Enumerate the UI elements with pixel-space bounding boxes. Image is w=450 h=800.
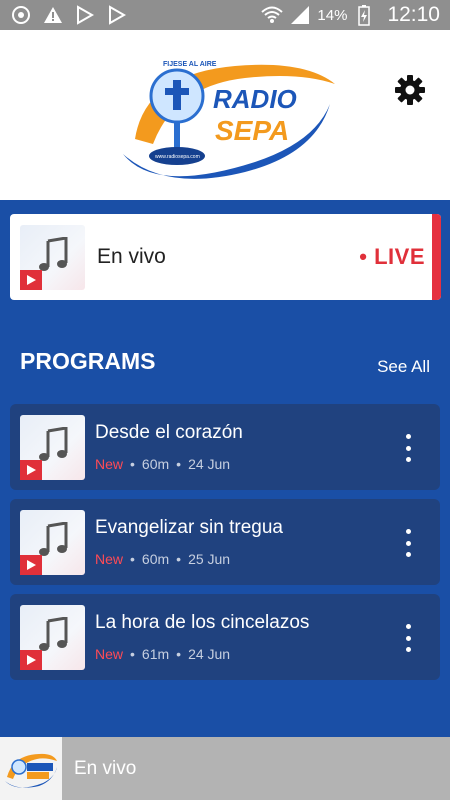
svg-text:RADIO: RADIO: [213, 84, 297, 114]
app-header: www.radiosepa.com FIJESE AL AIRE RADIO S…: [0, 30, 450, 200]
more-options-icon[interactable]: [398, 624, 418, 652]
music-note-icon: [38, 425, 68, 468]
play-icon: [20, 459, 42, 480]
program-title: Evangelizar sin tregua: [95, 517, 283, 538]
logo-url: www.radiosepa.com: [155, 154, 200, 160]
program-thumbnail: [20, 414, 85, 480]
programs-heading: PROGRAMS: [20, 348, 156, 374]
new-tag: New: [95, 551, 124, 567]
play-store-icon-2: [106, 4, 128, 26]
logo-arc-text: FIJESE AL AIRE: [163, 61, 217, 68]
music-note-icon: [38, 520, 68, 563]
program-card[interactable]: La hora de los cincelazos New • 61m • 24…: [10, 594, 440, 680]
live-badge: • LIVE: [359, 244, 425, 269]
status-bar: 14% 12:10: [0, 0, 450, 30]
music-note-icon: [38, 235, 68, 278]
live-title: En vivo: [97, 245, 166, 268]
program-thumbnail: [20, 509, 85, 575]
program-card[interactable]: Evangelizar sin tregua New • 60m • 25 Ju…: [10, 499, 440, 585]
settings-gear-icon[interactable]: [390, 70, 430, 110]
program-duration: 60m: [141, 456, 170, 472]
play-store-icon: [74, 4, 96, 26]
battery-percent: 14%: [317, 6, 348, 24]
warning-icon: [42, 4, 64, 26]
program-thumbnail: [20, 604, 85, 670]
program-title: Desde el corazón: [95, 422, 243, 443]
play-icon: [20, 269, 42, 290]
program-date: 24 Jun: [188, 646, 231, 662]
music-note-icon: [38, 615, 68, 658]
wifi-icon: [261, 4, 284, 26]
more-options-icon[interactable]: [398, 529, 418, 557]
program-duration: 61m: [141, 646, 170, 662]
battery-icon: [353, 4, 375, 26]
more-options-icon[interactable]: [398, 434, 418, 462]
svg-text:SEPA: SEPA: [215, 115, 289, 146]
play-icon: [20, 649, 42, 670]
program-date: 24 Jun: [188, 456, 231, 472]
program-card[interactable]: Desde el corazón New • 60m • 24 Jun: [10, 404, 440, 490]
player-logo-thumbnail: [0, 737, 62, 800]
sync-icon: [10, 4, 32, 26]
see-all-link[interactable]: See All: [377, 357, 430, 377]
program-duration: 60m: [141, 551, 170, 567]
program-date: 25 Jun: [188, 551, 231, 567]
clock: 12:10: [387, 3, 440, 26]
play-icon: [20, 554, 42, 575]
live-thumbnail: [20, 224, 85, 290]
player-title: En vivo: [74, 757, 137, 779]
mini-player[interactable]: En vivo: [0, 737, 450, 800]
new-tag: New: [95, 456, 124, 472]
signal-icon: [289, 4, 311, 26]
new-tag: New: [95, 646, 124, 662]
live-stream-card[interactable]: En vivo • LIVE: [10, 214, 441, 300]
program-title: La hora de los cincelazos: [95, 612, 310, 633]
radio-sepa-logo: www.radiosepa.com FIJESE AL AIRE RADIO S…: [115, 44, 340, 184]
